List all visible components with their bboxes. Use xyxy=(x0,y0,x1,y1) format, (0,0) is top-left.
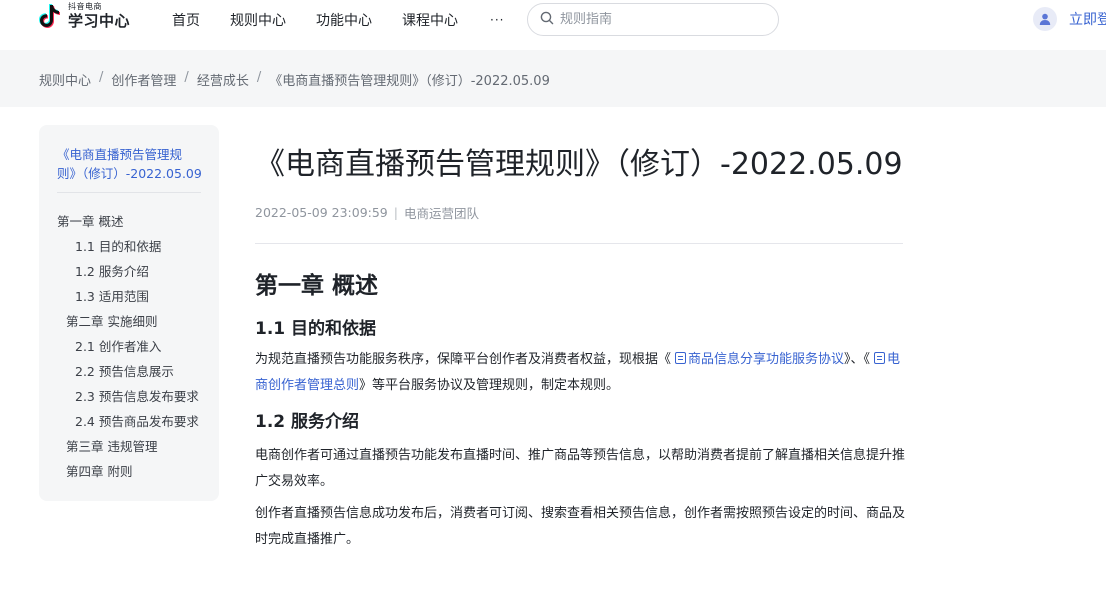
breadcrumb-business-growth[interactable]: 经营成长 xyxy=(197,70,249,89)
section-heading: 1.1 目的和依据 xyxy=(255,319,377,339)
login-link[interactable]: 立即登 xyxy=(1069,9,1106,29)
doc-link-label: 商品信息分享功能服务协议 xyxy=(688,352,845,367)
main-nav: 首页 规则中心 功能中心 课程中心 ··· xyxy=(172,0,504,40)
breadcrumb-bar: 规则中心 / 创作者管理 / 经营成长 / 《电商直播预告管理规则》（修订）-2… xyxy=(0,50,1106,107)
toc-chapter-4[interactable]: 第四章 附则 xyxy=(66,461,132,480)
toc-chapter-3[interactable]: 第三章 违规管理 xyxy=(66,436,157,455)
douyin-logo-icon xyxy=(38,3,62,29)
doc-link-share-agreement[interactable]: 商品信息分享功能服务协议 xyxy=(671,352,844,367)
paragraph-text: 》等平台服务协议及管理规则，制定本规则。 xyxy=(359,378,620,393)
article-divider xyxy=(255,243,903,244)
paragraph-text: 为规范直播预告功能服务秩序，保障平台创作者及消费者权益，现根据《 xyxy=(255,352,672,367)
section-heading: 1.2 服务介绍 xyxy=(255,412,360,432)
logo-subtitle: 抖音电商 xyxy=(68,2,102,11)
article-title: 《电商直播预告管理规则》（修订）-2022.05.09 xyxy=(255,147,903,182)
breadcrumb-rules-center[interactable]: 规则中心 xyxy=(39,70,91,89)
toc-divider xyxy=(57,192,201,193)
breadcrumb: 规则中心 / 创作者管理 / 经营成长 / 《电商直播预告管理规则》（修订）-2… xyxy=(39,70,550,89)
paragraph: 为规范直播预告功能服务秩序，保障平台创作者及消费者权益，现根据《 商品信息分享功能… xyxy=(255,347,905,399)
search-input[interactable] xyxy=(560,12,760,27)
breadcrumb-separator: / xyxy=(256,70,262,85)
user-area: 立即登 xyxy=(1033,7,1106,31)
nav-home[interactable]: 首页 xyxy=(172,10,200,30)
toc-doc-title-line1: 《电商直播预告管理规 xyxy=(57,147,183,162)
publish-datetime: 2022-05-09 23:09:59 xyxy=(255,205,388,220)
toc-section-1-1[interactable]: 1.1 目的和依据 xyxy=(75,236,161,255)
toc-doc-title-line2: 则》（修订）-2022.05.09 xyxy=(57,166,202,181)
toc-section-1-2[interactable]: 1.2 服务介绍 xyxy=(75,261,149,280)
breadcrumb-separator: / xyxy=(99,70,104,85)
toc-doc-title[interactable]: 《电商直播预告管理规 则》（修订）-2022.05.09 xyxy=(57,145,203,183)
toc-chapter-1[interactable]: 第一章 概述 xyxy=(57,211,123,230)
breadcrumb-separator: / xyxy=(184,70,189,85)
toc-section-2-2[interactable]: 2.2 预告信息展示 xyxy=(75,361,174,380)
article-meta: 2022-05-09 23:09:59 | 电商运营团队 xyxy=(255,203,905,222)
toc-chapter-2[interactable]: 第二章 实施细则 xyxy=(66,311,157,330)
nav-rules-center[interactable]: 规则中心 xyxy=(230,10,286,30)
search-box[interactable] xyxy=(527,3,779,36)
nav-course-center[interactable]: 课程中心 xyxy=(402,10,458,30)
document-icon xyxy=(675,352,687,364)
article-author: 电商运营团队 xyxy=(403,206,479,221)
paragraph: 创作者直播预告信息成功发布后，消费者可订阅、搜索查看相关预告信息，创作者需按照预… xyxy=(255,506,906,547)
logo[interactable]: 抖音电商 学习中心 xyxy=(38,3,130,29)
breadcrumb-creator-management[interactable]: 创作者管理 xyxy=(111,70,176,89)
breadcrumb-current: 《电商直播预告管理规则》（修订）-2022.05.09 xyxy=(269,74,550,89)
document-icon xyxy=(874,352,886,364)
toc-section-1-3[interactable]: 1.3 适用范围 xyxy=(75,286,149,305)
search-icon xyxy=(540,10,554,29)
top-header: 抖音电商 学习中心 首页 规则中心 功能中心 课程中心 ··· 立即登 xyxy=(0,0,1106,50)
toc-section-2-1[interactable]: 2.1 创作者准入 xyxy=(75,336,161,355)
toc-section-2-4[interactable]: 2.4 预告商品发布要求 xyxy=(75,411,199,430)
article: 《电商直播预告管理规则》（修订）-2022.05.09 2022-05-09 2… xyxy=(255,140,905,553)
paragraph-text: 》、《 xyxy=(844,352,871,367)
nav-feature-center[interactable]: 功能中心 xyxy=(316,10,372,30)
logo-title: 学习中心 xyxy=(68,12,131,30)
toc-section-2-3[interactable]: 2.3 预告信息发布要求 xyxy=(75,386,199,405)
user-avatar-icon[interactable] xyxy=(1033,7,1057,31)
chapter-heading: 第一章 概述 xyxy=(255,273,379,299)
meta-separator: | xyxy=(393,205,398,220)
paragraph: 电商创作者可通过直播预告功能发布直播时间、推广商品等预告信息，以帮助消费者提前了… xyxy=(255,448,906,489)
toc-sidebar: 《电商直播预告管理规 则》（修订）-2022.05.09 第一章 概述 1.1 … xyxy=(39,125,219,501)
nav-more-button[interactable]: ··· xyxy=(490,13,504,27)
